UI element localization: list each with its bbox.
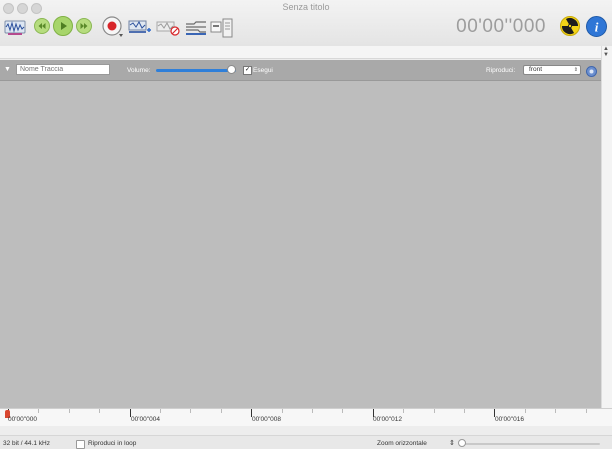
timeline-minor-tick [434,409,435,413]
volume-slider-knob[interactable] [227,65,236,74]
timeline-minor-tick [342,409,343,413]
timeline-minor-tick [464,409,465,413]
zoom-stepper-icon[interactable]: ⇕ [449,439,455,447]
timeline-minor-tick [99,409,100,413]
timeline-minor-tick [190,409,191,413]
output-select-value: front [529,66,543,73]
track-waveform-area[interactable] [0,81,601,408]
timeline-minor-tick [282,409,283,413]
zoom-slider[interactable] [460,443,600,445]
waveform-icon[interactable] [4,18,26,41]
fast-forward-icon[interactable] [76,18,92,39]
add-track-icon[interactable] [128,18,152,41]
timeline-label: 00'00''004 [131,416,161,423]
timeline-minor-tick [312,409,313,413]
rewind-icon[interactable] [34,18,50,39]
radioactive-icon[interactable] [560,16,580,41]
timeline-minor-tick [555,409,556,413]
horizontal-scrollbar[interactable] [0,426,612,436]
loop-checkbox-label: Riproduci in loop [88,440,137,447]
effects-icon[interactable] [184,18,208,41]
time-display: 00'00''000 [456,16,546,37]
play-checkbox-label: Esegui [253,67,273,74]
timeline-minor-tick [525,409,526,413]
timeline-minor-tick [221,409,222,413]
svg-text:i: i [595,20,599,35]
play-icon[interactable] [53,16,73,41]
zoom-label: Zoom orizzontale [377,440,427,447]
vertical-scrollbar[interactable] [601,46,612,408]
output-select[interactable]: front ⇕ [523,65,581,75]
record-icon[interactable] [102,16,124,43]
output-label: Riproduci: [486,67,516,74]
timeline-label: 00'00''012 [373,416,403,423]
play-checkbox[interactable]: ✓ [243,66,252,75]
window-title: Senza titolo [282,2,330,12]
timeline-label: 00'00''008 [252,416,282,423]
loop-checkbox[interactable] [76,440,85,449]
audio-format-label: 32 bit / 44.1 kHz [3,440,50,447]
delete-track-icon[interactable] [156,18,180,41]
volume-label: Volume: [127,67,151,74]
volume-slider[interactable] [156,69,236,72]
timeline-label: 00'00''000 [8,416,38,423]
zoom-slider-knob[interactable] [458,439,466,447]
top-ruler [0,46,601,59]
export-icon[interactable] [210,18,234,43]
select-arrows-icon: ⇕ [573,67,578,73]
timeline-label: 00'00''016 [495,416,525,423]
timeline-minor-tick [586,409,587,413]
scroll-up-arrow-icon[interactable]: ▲ ▼ [603,46,609,58]
track-settings-icon[interactable] [586,64,597,82]
timeline-minor-tick [403,409,404,413]
timeline-minor-tick [160,409,161,413]
timeline-minor-tick [69,409,70,413]
timeline-minor-tick [38,409,39,413]
track-name-input[interactable] [16,64,110,75]
info-icon[interactable]: i [586,16,607,42]
disclosure-triangle-icon[interactable]: ▼ [4,66,11,73]
